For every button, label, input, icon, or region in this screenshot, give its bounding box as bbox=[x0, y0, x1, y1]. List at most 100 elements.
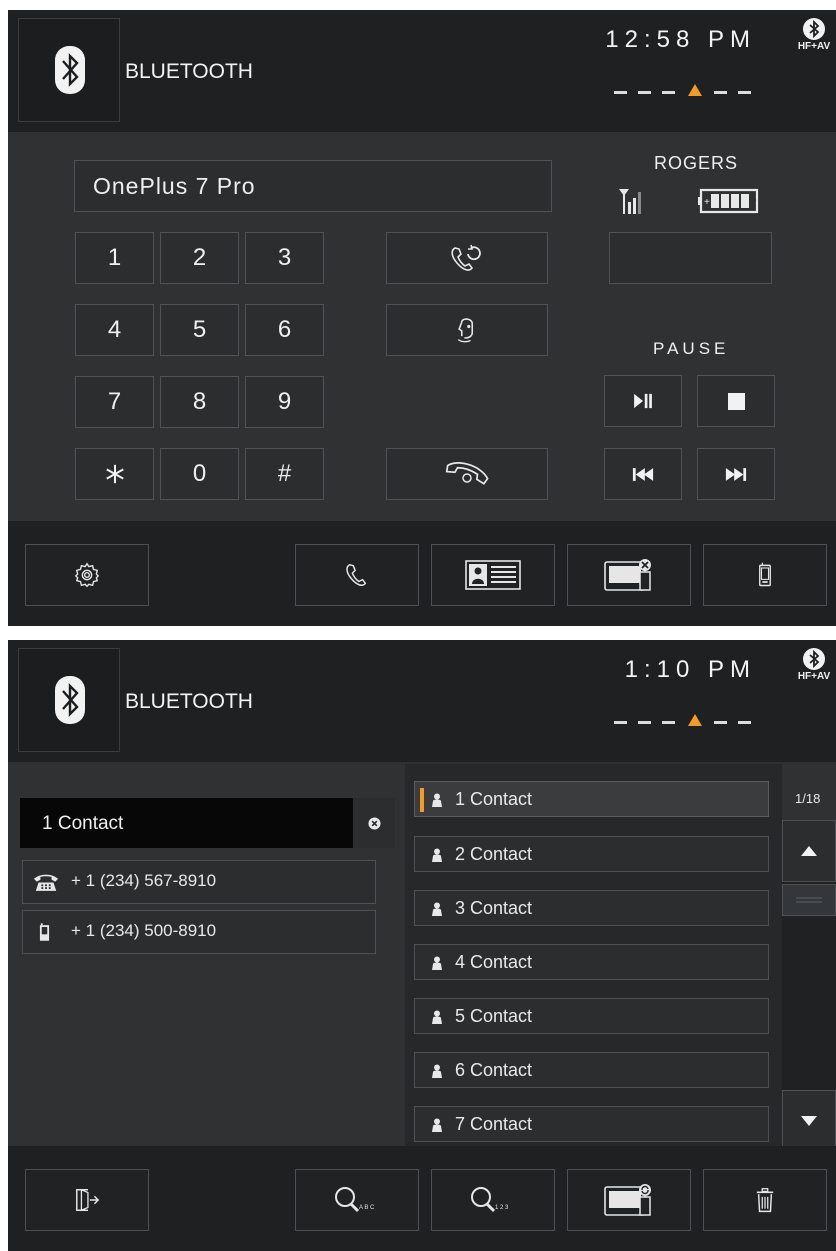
footer-bar bbox=[8, 521, 836, 626]
mobile-phone-icon bbox=[39, 923, 50, 941]
key-9[interactable]: 9 bbox=[245, 376, 324, 428]
asterisk-icon bbox=[105, 464, 124, 484]
bt-status: HF+AV bbox=[794, 648, 834, 682]
play-pause-icon bbox=[634, 393, 652, 409]
phone-number: + 1 (234) 567-8910 bbox=[71, 871, 217, 890]
scroll-thumb[interactable] bbox=[782, 884, 836, 916]
key-star[interactable] bbox=[75, 448, 154, 500]
home-phone-icon bbox=[33, 874, 59, 891]
contact-name: 1 Contact bbox=[455, 789, 533, 809]
clear-search-button[interactable] bbox=[353, 798, 395, 848]
phone-number: + 1 (234) 500-8910 bbox=[71, 921, 217, 940]
sync-phonebook-button[interactable] bbox=[567, 1169, 691, 1231]
bt-profile-label: HF+AV bbox=[797, 41, 831, 52]
key-7[interactable]: 7 bbox=[75, 376, 154, 428]
device-name-field: OnePlus 7 Pro bbox=[74, 160, 552, 212]
mobile-device-button[interactable] bbox=[703, 544, 827, 606]
footer-bar: A B C 1 2 3 bbox=[8, 1146, 836, 1251]
key-6[interactable]: 6 bbox=[245, 304, 324, 356]
scroll-down-button[interactable] bbox=[782, 1090, 836, 1152]
voice-assistant-icon bbox=[457, 318, 474, 343]
play-pause-button[interactable] bbox=[604, 375, 682, 427]
redial-button[interactable] bbox=[386, 232, 548, 284]
header: BLUETOOTH 1:10 PM HF+AV bbox=[8, 640, 836, 762]
contact-list-item[interactable]: 1 Contact bbox=[414, 781, 769, 817]
dialer-screen: BLUETOOTH 12:58 PM HF+AV OnePlus 7 Pro 1… bbox=[8, 10, 836, 626]
page-indicator: 1/18 bbox=[795, 791, 821, 806]
search-value: 1 Contact bbox=[42, 813, 124, 834]
settings-button[interactable] bbox=[25, 544, 149, 606]
search-123-icon: 1 2 3 bbox=[471, 1187, 509, 1213]
svg-text:+: + bbox=[704, 197, 710, 208]
contact-list-item[interactable]: 6 Contact bbox=[414, 1052, 769, 1088]
contact-list-item[interactable]: 7 Contact bbox=[414, 1106, 769, 1142]
contact-name: 2 Contact bbox=[455, 844, 533, 864]
grip-icon bbox=[796, 897, 822, 903]
search-abc-button[interactable]: A B C bbox=[295, 1169, 419, 1231]
contact-phone-row[interactable]: + 1 (234) 500-8910 bbox=[22, 910, 376, 954]
svg-text:1 2 3: 1 2 3 bbox=[495, 1205, 509, 1211]
contact-list-item[interactable]: 3 Contact bbox=[414, 890, 769, 926]
contact-list-item[interactable]: 5 Contact bbox=[414, 998, 769, 1034]
next-track-button[interactable] bbox=[697, 448, 775, 500]
search-abc-icon: A B C bbox=[335, 1187, 375, 1213]
key-2[interactable]: 2 bbox=[160, 232, 239, 284]
carrier-name: ROGERS bbox=[654, 153, 739, 173]
contact-phone-row[interactable]: + 1 (234) 567-8910 bbox=[22, 860, 376, 904]
person-icon bbox=[432, 1010, 442, 1024]
dialer-tab-button[interactable] bbox=[295, 544, 419, 606]
contacts-tab-button[interactable] bbox=[431, 544, 555, 606]
bluetooth-status-icon bbox=[803, 18, 825, 40]
sync-phonebook-icon bbox=[604, 1184, 651, 1216]
bluetooth-icon bbox=[55, 676, 85, 724]
bt-status: HF+AV bbox=[794, 18, 834, 52]
selected-indicator bbox=[420, 788, 424, 812]
contact-name: 5 Contact bbox=[455, 1006, 533, 1026]
person-icon bbox=[432, 956, 442, 970]
clock: 1:10 PM bbox=[624, 656, 756, 683]
arrow-up-icon bbox=[801, 846, 817, 856]
key-1[interactable]: 1 bbox=[75, 232, 154, 284]
previous-track-button[interactable] bbox=[604, 448, 682, 500]
page-tabs bbox=[614, 714, 764, 728]
key-5[interactable]: 5 bbox=[160, 304, 239, 356]
key-0[interactable]: 0 bbox=[160, 448, 239, 500]
active-tab-indicator bbox=[688, 714, 702, 726]
person-icon bbox=[432, 848, 442, 862]
key-hash[interactable]: # bbox=[245, 448, 324, 500]
contact-list-item[interactable]: 4 Contact bbox=[414, 944, 769, 980]
person-icon bbox=[432, 902, 442, 916]
bluetooth-home-button[interactable] bbox=[18, 18, 120, 122]
contact-search-field[interactable]: 1 Contact bbox=[20, 798, 395, 848]
contact-name: 3 Contact bbox=[455, 898, 533, 918]
svg-text:A B C: A B C bbox=[359, 1205, 375, 1211]
contacts-icon bbox=[465, 560, 521, 590]
key-8[interactable]: 8 bbox=[160, 376, 239, 428]
trash-icon bbox=[756, 1187, 774, 1212]
delete-button[interactable] bbox=[703, 1169, 827, 1231]
voice-assistant-button[interactable] bbox=[386, 304, 548, 356]
disconnect-device-button[interactable] bbox=[567, 544, 691, 606]
bluetooth-home-button[interactable] bbox=[18, 648, 120, 752]
delete-device-icon bbox=[604, 559, 651, 591]
key-4[interactable]: 4 bbox=[75, 304, 154, 356]
track-info-display bbox=[609, 232, 772, 284]
key-3[interactable]: 3 bbox=[245, 232, 324, 284]
exit-button[interactable] bbox=[25, 1169, 149, 1231]
search-123-button[interactable]: 1 2 3 bbox=[431, 1169, 555, 1231]
playback-status: PAUSE bbox=[653, 339, 730, 358]
contact-list-item[interactable]: 2 Contact bbox=[414, 836, 769, 872]
scroll-up-button[interactable] bbox=[782, 820, 836, 882]
clear-icon bbox=[367, 816, 381, 830]
header-title: BLUETOOTH bbox=[125, 690, 253, 713]
contact-name: 7 Contact bbox=[455, 1114, 533, 1134]
hang-up-button[interactable] bbox=[386, 448, 548, 500]
next-track-icon bbox=[725, 467, 747, 481]
hang-up-icon bbox=[445, 462, 489, 485]
battery-icon: + bbox=[698, 188, 759, 214]
person-icon bbox=[432, 1064, 442, 1078]
stop-icon bbox=[727, 392, 745, 410]
stop-button[interactable] bbox=[697, 375, 775, 427]
redial-icon bbox=[451, 244, 481, 271]
phonebook-screen: BLUETOOTH 1:10 PM HF+AV 1 Contact + 1 (2… bbox=[8, 640, 836, 1251]
